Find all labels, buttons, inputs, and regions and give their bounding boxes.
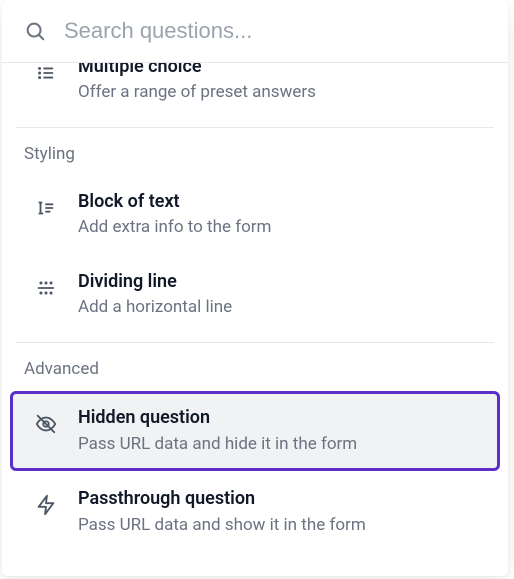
- item-multiple-choice[interactable]: Multiple choice Offer a range of preset …: [10, 63, 500, 119]
- search-input[interactable]: [64, 18, 490, 44]
- item-desc: Add a horizontal line: [78, 296, 232, 320]
- search-row: [2, 0, 508, 63]
- question-picker-panel: Multiple choice Offer a range of preset …: [2, 0, 508, 576]
- item-desc: Pass URL data and show it in the form: [78, 514, 366, 538]
- item-title: Hidden question: [78, 406, 357, 430]
- divider-icon: [34, 276, 58, 300]
- item-body: Hidden question Pass URL data and hide i…: [78, 406, 357, 456]
- eye-off-icon: [34, 412, 58, 436]
- item-block-of-text[interactable]: Block of text Add extra info to the form: [10, 176, 500, 254]
- item-body: Dividing line Add a horizontal line: [78, 270, 232, 320]
- text-block-icon: [34, 196, 58, 220]
- item-title: Dividing line: [78, 270, 232, 294]
- item-title: Block of text: [78, 190, 271, 214]
- item-hidden-question[interactable]: Hidden question Pass URL data and hide i…: [10, 391, 500, 471]
- item-body: Block of text Add extra info to the form: [78, 190, 271, 240]
- section-label-styling: Styling: [2, 128, 508, 174]
- list-icon: [34, 63, 58, 85]
- item-passthrough-question[interactable]: Passthrough question Pass URL data and s…: [10, 473, 500, 551]
- section-label-advanced: Advanced: [2, 343, 508, 389]
- item-desc: Add extra info to the form: [78, 216, 271, 240]
- search-icon: [24, 20, 46, 42]
- item-title: Passthrough question: [78, 487, 366, 511]
- item-desc: Pass URL data and hide it in the form: [78, 433, 357, 457]
- item-dividing-line[interactable]: Dividing line Add a horizontal line: [10, 256, 500, 334]
- lightning-icon: [34, 493, 58, 517]
- item-title: Multiple choice: [78, 63, 316, 79]
- item-body: Passthrough question Pass URL data and s…: [78, 487, 366, 537]
- item-desc: Offer a range of preset answers: [78, 81, 316, 105]
- item-body: Multiple choice Offer a range of preset …: [78, 63, 316, 105]
- question-list-scroll[interactable]: Multiple choice Offer a range of preset …: [2, 63, 508, 576]
